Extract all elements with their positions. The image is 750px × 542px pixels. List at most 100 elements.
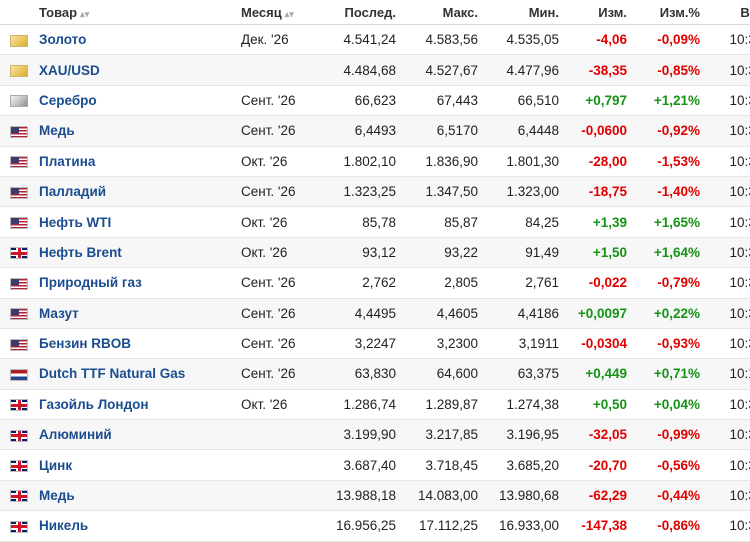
table-row: Алюминий 3.199,90 3.217,85 3.196,95 -32,05 -0… xyxy=(0,419,750,451)
table-row: Нефть WTI Окт. '26 85,78 85,87 84,25 +1,39 +1,… xyxy=(0,206,750,238)
header-high[interactable]: Макс. xyxy=(400,0,482,25)
low-cell: 66,510 xyxy=(482,85,563,117)
table-row: Dutch TTF Natural Gas Сент. '26 63,830 64,6… xyxy=(0,358,750,390)
low-cell: 1.274,38 xyxy=(482,389,563,421)
commodity-link[interactable]: Палладий xyxy=(39,184,106,199)
commodity-cell[interactable]: Палладий xyxy=(38,176,240,208)
high-cell: 6,5170 xyxy=(400,115,482,147)
header-last[interactable]: Послед. xyxy=(316,0,400,25)
sort-icon[interactable]: ▴▾ xyxy=(285,9,294,19)
month-cell: Сент. '26 xyxy=(240,176,316,208)
last-cell: 63,830 xyxy=(316,358,400,390)
commodity-link[interactable]: XAU/USD xyxy=(39,63,100,78)
table-row: Природный газ Сент. '26 2,762 2,805 2,761 -0,… xyxy=(0,267,750,299)
commodity-link[interactable]: Dutch TTF Natural Gas xyxy=(39,366,185,381)
change-pct-cell: -0,79% xyxy=(631,267,704,299)
low-cell: 4,4186 xyxy=(482,298,563,329)
time-cell: 10:17:42 xyxy=(704,358,750,390)
commodity-cell[interactable]: Dutch TTF Natural Gas xyxy=(38,358,240,390)
low-cell: 84,25 xyxy=(482,206,563,238)
commodity-cell[interactable]: Мазут xyxy=(38,298,240,329)
commodity-link[interactable]: Природный газ xyxy=(39,275,142,290)
change-cell: +0,50 xyxy=(563,389,631,421)
commodity-link[interactable]: Алюминий xyxy=(39,427,112,442)
change-cell: -147,38 xyxy=(563,510,631,542)
month-cell: Окт. '26 xyxy=(240,146,316,177)
header-flag-column xyxy=(0,0,38,25)
last-cell: 3.199,90 xyxy=(316,419,400,451)
commodity-cell[interactable]: Золото xyxy=(38,24,240,56)
change-cell: -62,29 xyxy=(563,480,631,512)
flag-cell xyxy=(0,449,38,481)
commodity-cell[interactable]: Нефть WTI xyxy=(38,206,240,238)
table-row: Серебро Сент. '26 66,623 67,443 66,510 +0,797… xyxy=(0,85,750,117)
header-change-pct[interactable]: Изм.% xyxy=(631,0,704,25)
change-pct-cell: -1,40% xyxy=(631,176,704,208)
high-cell: 17.112,25 xyxy=(400,510,482,542)
time-cell: 10:32:54 xyxy=(704,419,750,451)
month-cell xyxy=(240,419,316,451)
flag-cell xyxy=(0,358,38,390)
commodity-link[interactable]: Цинк xyxy=(39,458,72,473)
change-pct-cell: +0,71% xyxy=(631,358,704,390)
commodity-cell[interactable]: Алюминий xyxy=(38,419,240,451)
commodity-cell[interactable]: Медь xyxy=(38,115,240,147)
nl-flag-icon xyxy=(10,368,28,381)
commodity-cell[interactable]: Бензин RBOB xyxy=(38,328,240,360)
commodity-link[interactable]: Мазут xyxy=(39,306,79,321)
time-cell: 10:32:54 xyxy=(704,480,750,512)
commodity-link[interactable]: Медь xyxy=(39,123,75,138)
month-cell: Сент. '26 xyxy=(240,85,316,117)
commodity-link[interactable]: Никель xyxy=(39,518,88,533)
commodity-link[interactable]: Медь xyxy=(39,488,75,503)
high-cell: 1.289,87 xyxy=(400,389,482,421)
low-cell: 1.323,00 xyxy=(482,176,563,208)
sort-icon[interactable]: ▴▾ xyxy=(80,9,89,19)
table-row: Мазут Сент. '26 4,4495 4,4605 4,4186 +0,0097 +… xyxy=(0,298,750,329)
commodity-cell[interactable]: Серебро xyxy=(38,85,240,117)
commodity-cell[interactable]: Газойль Лондон xyxy=(38,389,240,421)
month-cell xyxy=(240,449,316,481)
change-pct-cell: +0,22% xyxy=(631,298,704,329)
commodity-link[interactable]: Бензин RBOB xyxy=(39,336,131,351)
table-row: Бензин RBOB Сент. '26 3,2247 3,2300 3,1911 -0… xyxy=(0,328,750,360)
commodity-link[interactable]: Нефть WTI xyxy=(39,215,111,230)
low-cell: 3.196,95 xyxy=(482,419,563,451)
table-row: Палладий Сент. '26 1.323,25 1.347,50 1.323,0… xyxy=(0,176,750,208)
commodity-link[interactable]: Серебро xyxy=(39,93,97,108)
change-cell: -0,0304 xyxy=(563,328,631,360)
commodity-link[interactable]: Золото xyxy=(39,32,86,47)
low-cell: 91,49 xyxy=(482,237,563,269)
commodity-link[interactable]: Газойль Лондон xyxy=(39,397,149,412)
commodity-cell[interactable]: Природный газ xyxy=(38,267,240,299)
change-cell: +1,39 xyxy=(563,206,631,238)
change-pct-cell: +0,04% xyxy=(631,389,704,421)
header-change[interactable]: Изм. xyxy=(563,0,631,25)
header-time[interactable]: Время xyxy=(704,0,750,25)
us-flag-icon xyxy=(10,186,28,199)
change-cell: +1,50 xyxy=(563,237,631,269)
header-month[interactable]: Месяц ▴▾ xyxy=(240,0,316,25)
low-cell: 3,1911 xyxy=(482,328,563,360)
change-cell: +0,797 xyxy=(563,85,631,117)
uk-flag-icon xyxy=(10,490,28,503)
high-cell: 64,600 xyxy=(400,358,482,390)
silver-icon xyxy=(10,95,28,108)
commodity-cell[interactable]: Нефть Brent xyxy=(38,237,240,269)
high-cell: 67,443 xyxy=(400,85,482,117)
low-cell: 4.477,96 xyxy=(482,54,563,86)
last-cell: 1.286,74 xyxy=(316,389,400,421)
flag-cell xyxy=(0,115,38,147)
commodity-link[interactable]: Платина xyxy=(39,154,95,169)
commodity-cell[interactable]: XAU/USD xyxy=(38,54,240,86)
commodity-cell[interactable]: Никель xyxy=(38,510,240,542)
high-cell: 4.527,67 xyxy=(400,54,482,86)
header-commodity[interactable]: Товар ▴▾ xyxy=(38,0,240,25)
header-low[interactable]: Мин. xyxy=(482,0,563,25)
commodity-cell[interactable]: Платина xyxy=(38,146,240,177)
table-row: Медь Сент. '26 6,4493 6,5170 6,4448 -0,0600 -0… xyxy=(0,115,750,147)
low-cell: 16.933,00 xyxy=(482,510,563,542)
commodity-cell[interactable]: Цинк xyxy=(38,449,240,481)
commodity-cell[interactable]: Медь xyxy=(38,480,240,512)
commodity-link[interactable]: Нефть Brent xyxy=(39,245,122,260)
